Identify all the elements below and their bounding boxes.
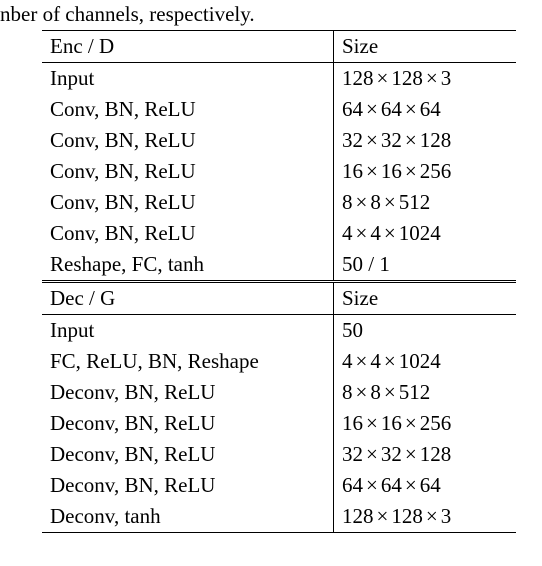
- cell-size: 32×32×128: [334, 125, 517, 156]
- enc-header-left: Enc / D: [42, 31, 334, 63]
- cell-layer: Input: [42, 63, 334, 95]
- table-row: Deconv, BN, ReLU 64×64×64: [42, 470, 516, 501]
- cell-layer: Deconv, BN, ReLU: [42, 377, 334, 408]
- cell-layer: Conv, BN, ReLU: [42, 218, 334, 249]
- cell-size: 64×64×64: [334, 470, 517, 501]
- architecture-table: Enc / D Size Input 128×128×3 Conv, BN, R…: [42, 30, 516, 533]
- table-row: Reshape, FC, tanh 50 / 1: [42, 249, 516, 282]
- dec-header-right: Size: [334, 282, 517, 315]
- caption-fragment: nber of channels, respectively.: [0, 2, 255, 27]
- cell-size: 128×128×3: [334, 63, 517, 95]
- cell-size: 50: [334, 315, 517, 347]
- table-row: Conv, BN, ReLU 16×16×256: [42, 156, 516, 187]
- cell-size: 16×16×256: [334, 408, 517, 439]
- table-row: Enc / D Size: [42, 31, 516, 63]
- cell-layer: Conv, BN, ReLU: [42, 94, 334, 125]
- cell-size: 4×4×1024: [334, 218, 517, 249]
- cell-layer: Deconv, BN, ReLU: [42, 439, 334, 470]
- table-row: Input 128×128×3: [42, 63, 516, 95]
- cell-size: 16×16×256: [334, 156, 517, 187]
- table-row: Input 50: [42, 315, 516, 347]
- cell-size: 32×32×128: [334, 439, 517, 470]
- cell-layer: FC, ReLU, BN, Reshape: [42, 346, 334, 377]
- dec-header-left: Dec / G: [42, 282, 334, 315]
- table-row: FC, ReLU, BN, Reshape 4×4×1024: [42, 346, 516, 377]
- table-row: Conv, BN, ReLU 8×8×512: [42, 187, 516, 218]
- cell-layer: Conv, BN, ReLU: [42, 156, 334, 187]
- table-row: Conv, BN, ReLU 4×4×1024: [42, 218, 516, 249]
- cell-layer: Input: [42, 315, 334, 347]
- table-row: Conv, BN, ReLU 64×64×64: [42, 94, 516, 125]
- table-row: Deconv, BN, ReLU 32×32×128: [42, 439, 516, 470]
- cell-size: 4×4×1024: [334, 346, 517, 377]
- cell-size: 8×8×512: [334, 377, 517, 408]
- table-row: Deconv, BN, ReLU 8×8×512: [42, 377, 516, 408]
- enc-header-right: Size: [334, 31, 517, 63]
- cell-size: 64×64×64: [334, 94, 517, 125]
- table-row: Conv, BN, ReLU 32×32×128: [42, 125, 516, 156]
- cell-size: 128×128×3: [334, 501, 517, 533]
- table-row: Dec / G Size: [42, 282, 516, 315]
- table-row: Deconv, tanh 128×128×3: [42, 501, 516, 533]
- cell-layer: Conv, BN, ReLU: [42, 125, 334, 156]
- cell-size: 8×8×512: [334, 187, 517, 218]
- cell-layer: Reshape, FC, tanh: [42, 249, 334, 282]
- cell-layer: Deconv, BN, ReLU: [42, 470, 334, 501]
- cell-size: 50 / 1: [334, 249, 517, 282]
- table-row: Deconv, BN, ReLU 16×16×256: [42, 408, 516, 439]
- cell-layer: Conv, BN, ReLU: [42, 187, 334, 218]
- cell-layer: Deconv, BN, ReLU: [42, 408, 334, 439]
- cell-layer: Deconv, tanh: [42, 501, 334, 533]
